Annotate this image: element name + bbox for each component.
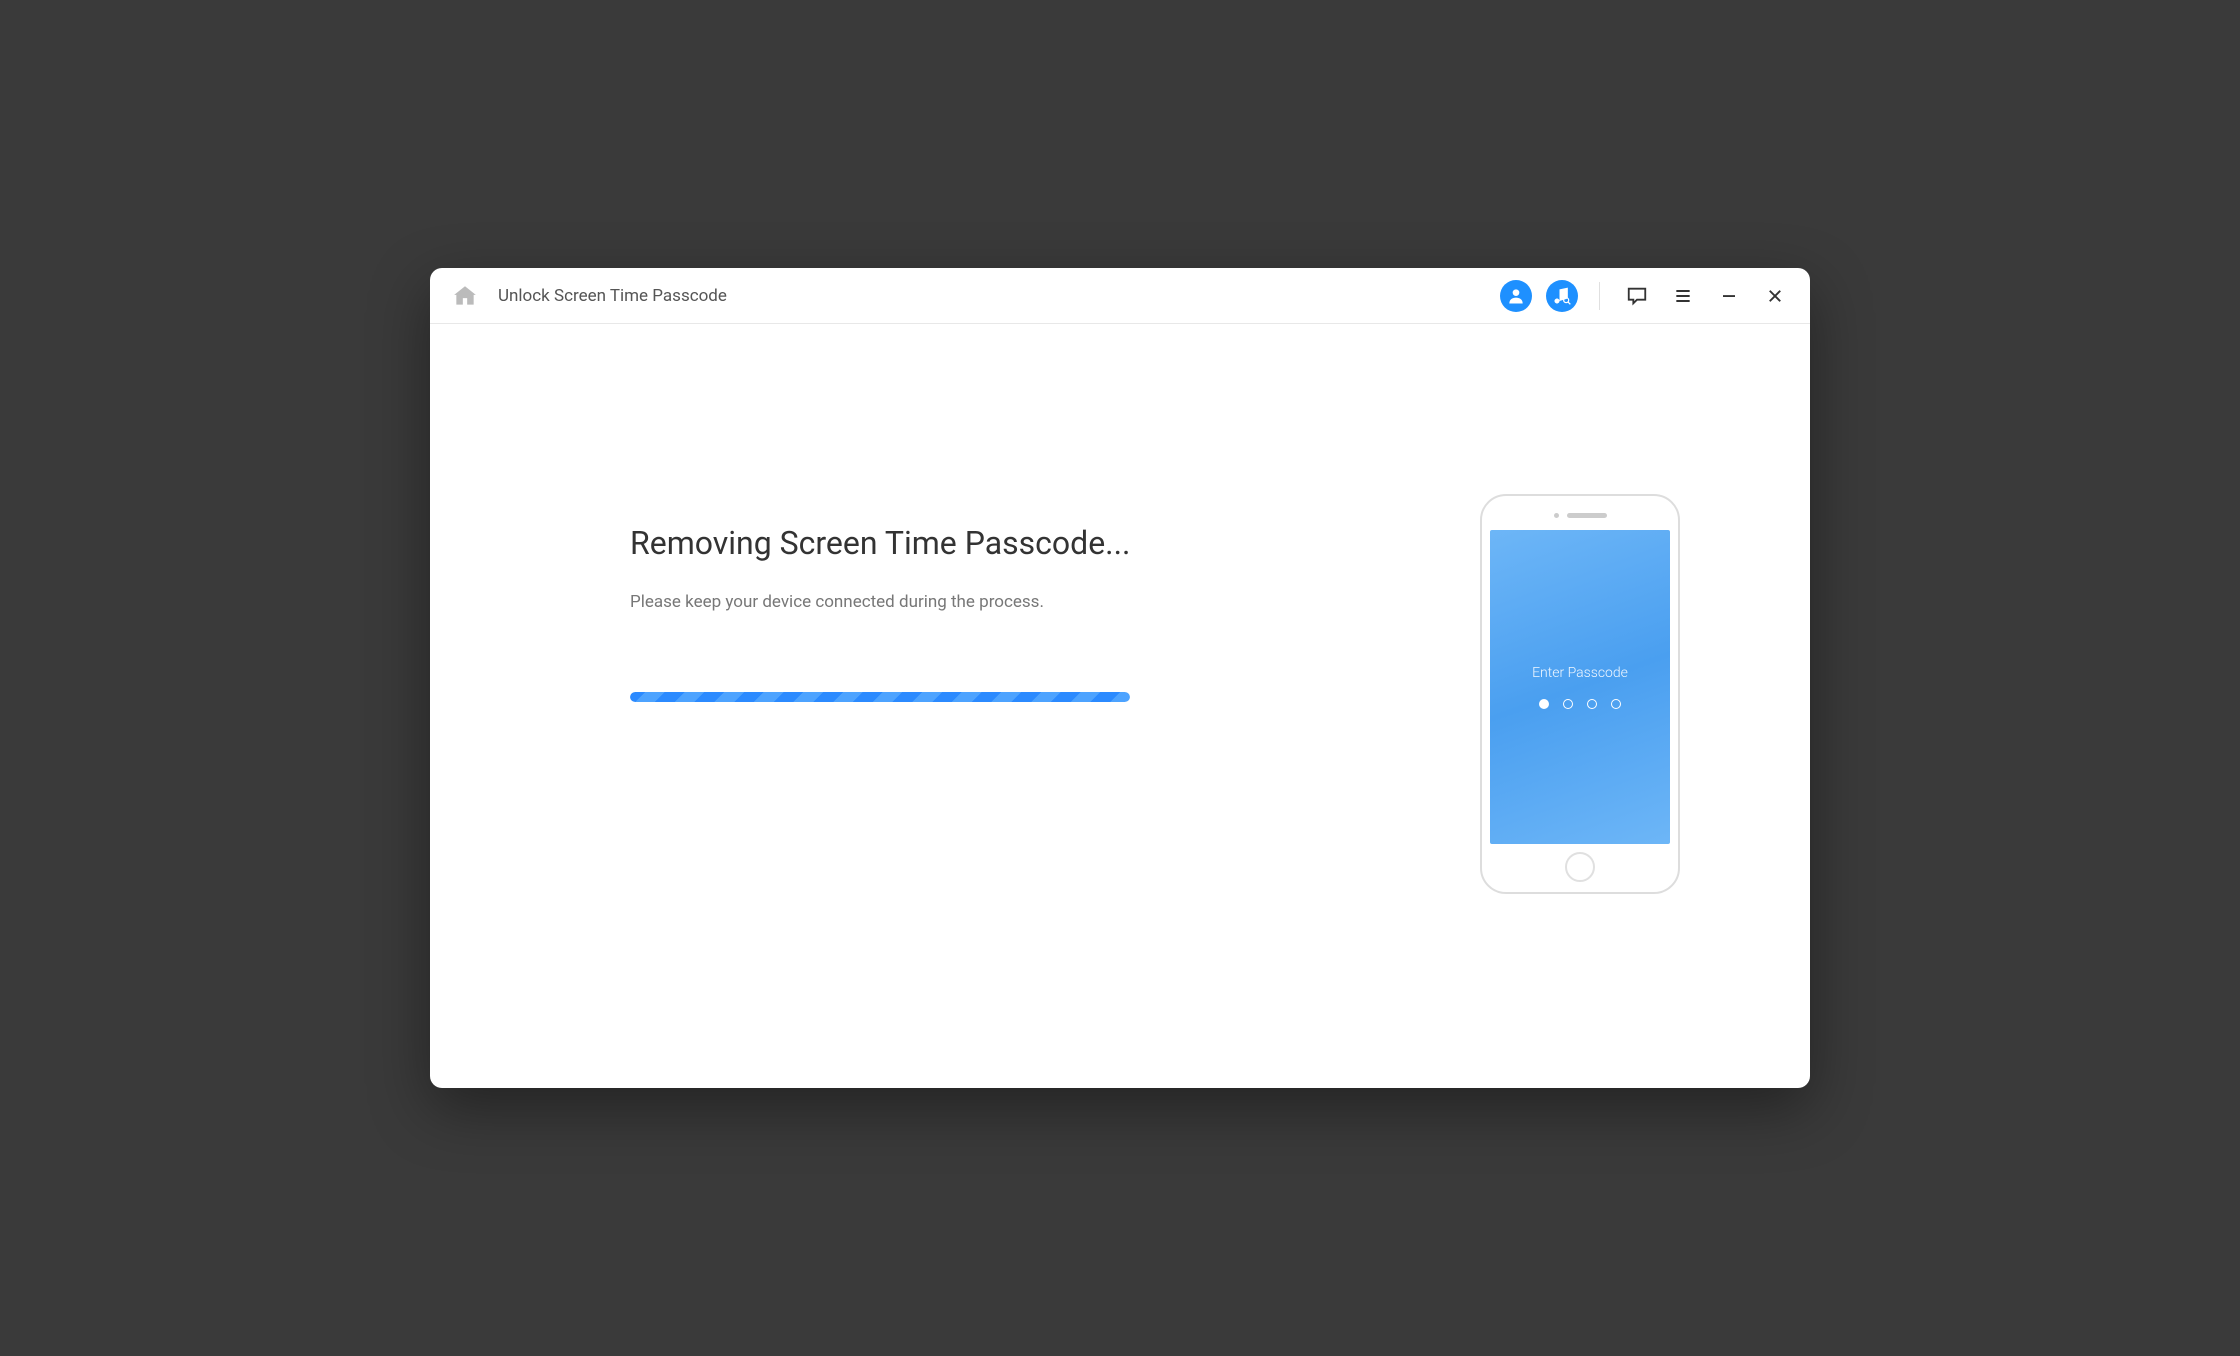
status-subtext: Please keep your device connected during… — [630, 592, 1410, 612]
app-window: Unlock Screen Time Passcode — [430, 268, 1810, 1088]
account-icon — [1500, 280, 1532, 312]
phone-screen-label: Enter Passcode — [1532, 665, 1628, 681]
home-button[interactable] — [448, 279, 482, 313]
titlebar: Unlock Screen Time Passcode — [430, 268, 1810, 324]
phone-home-button-icon — [1565, 852, 1595, 882]
status-heading: Removing Screen Time Passcode... — [630, 524, 1410, 562]
titlebar-right — [1499, 279, 1792, 313]
passcode-dots — [1539, 699, 1621, 709]
device-panel: Enter Passcode — [1410, 404, 1750, 1028]
music-search-button[interactable] — [1545, 279, 1579, 313]
feedback-button[interactable] — [1620, 279, 1654, 313]
passcode-dot-icon — [1587, 699, 1597, 709]
titlebar-left: Unlock Screen Time Passcode — [448, 279, 1499, 313]
passcode-dot-icon — [1563, 699, 1573, 709]
close-button[interactable] — [1758, 279, 1792, 313]
menu-button[interactable] — [1666, 279, 1700, 313]
passcode-dot-icon — [1539, 699, 1549, 709]
music-icon — [1546, 280, 1578, 312]
account-button[interactable] — [1499, 279, 1533, 313]
window-title: Unlock Screen Time Passcode — [498, 286, 727, 306]
passcode-dot-icon — [1611, 699, 1621, 709]
content-area: Removing Screen Time Passcode... Please … — [430, 324, 1810, 1088]
progress-bar-fill — [630, 692, 1130, 702]
minimize-button[interactable] — [1712, 279, 1746, 313]
phone-screen: Enter Passcode — [1490, 530, 1670, 844]
phone-camera-icon — [1554, 513, 1559, 518]
titlebar-divider — [1599, 282, 1600, 310]
phone-speaker-icon — [1567, 513, 1607, 518]
phone-illustration: Enter Passcode — [1480, 494, 1680, 894]
status-panel: Removing Screen Time Passcode... Please … — [490, 404, 1410, 1028]
phone-top-bar — [1554, 506, 1607, 524]
progress-bar-track — [630, 692, 1130, 702]
